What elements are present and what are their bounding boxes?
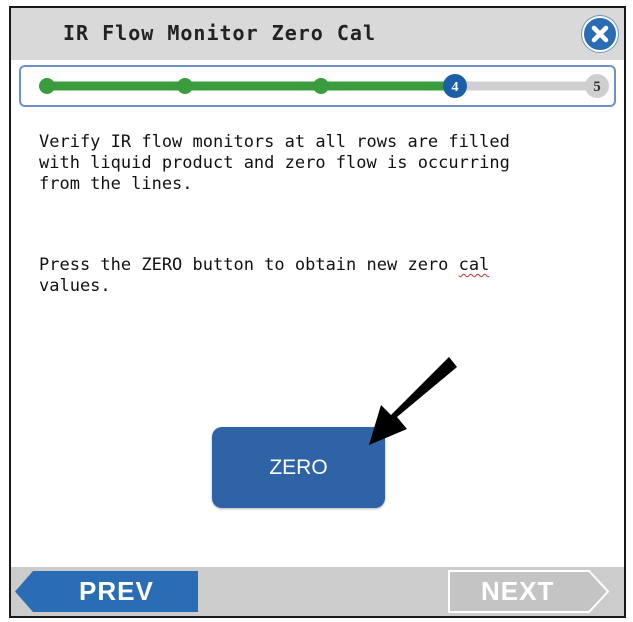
dialog-title: IR Flow Monitor Zero Cal <box>63 21 376 45</box>
instruction-text: Press the ZERO button to obtain new zero <box>39 255 459 275</box>
step-5-label: 5 <box>593 79 601 95</box>
step-3-dot <box>313 78 329 94</box>
instruction-paragraph-2: Press the ZERO button to obtain new zero… <box>39 255 599 297</box>
prev-button[interactable]: PREV <box>79 576 154 607</box>
close-button[interactable] <box>582 16 618 52</box>
instruction-text-end: values. <box>39 276 111 296</box>
step-2-dot <box>177 78 193 94</box>
footer-nav: PREV NEXT <box>11 567 624 616</box>
pointer-arrow-icon <box>369 357 457 445</box>
next-button[interactable]: NEXT <box>481 576 554 607</box>
instruction-paragraph-1: Verify IR flow monitors at all rows are … <box>39 132 510 194</box>
instructions-block: Verify IR flow monitors at all rows are … <box>39 132 599 195</box>
step-progress-bar: 4 5 <box>19 65 616 107</box>
spellcheck-word: cal <box>458 255 490 275</box>
dialog-frame: IR Flow Monitor Zero Cal 4 5 Verify IR f… <box>9 6 626 618</box>
title-bar: IR Flow Monitor Zero Cal <box>11 8 624 60</box>
step-1-dot <box>39 78 55 94</box>
zero-button-label: ZERO <box>269 455 328 479</box>
close-icon <box>591 25 609 43</box>
step-4-label: 4 <box>452 80 459 95</box>
